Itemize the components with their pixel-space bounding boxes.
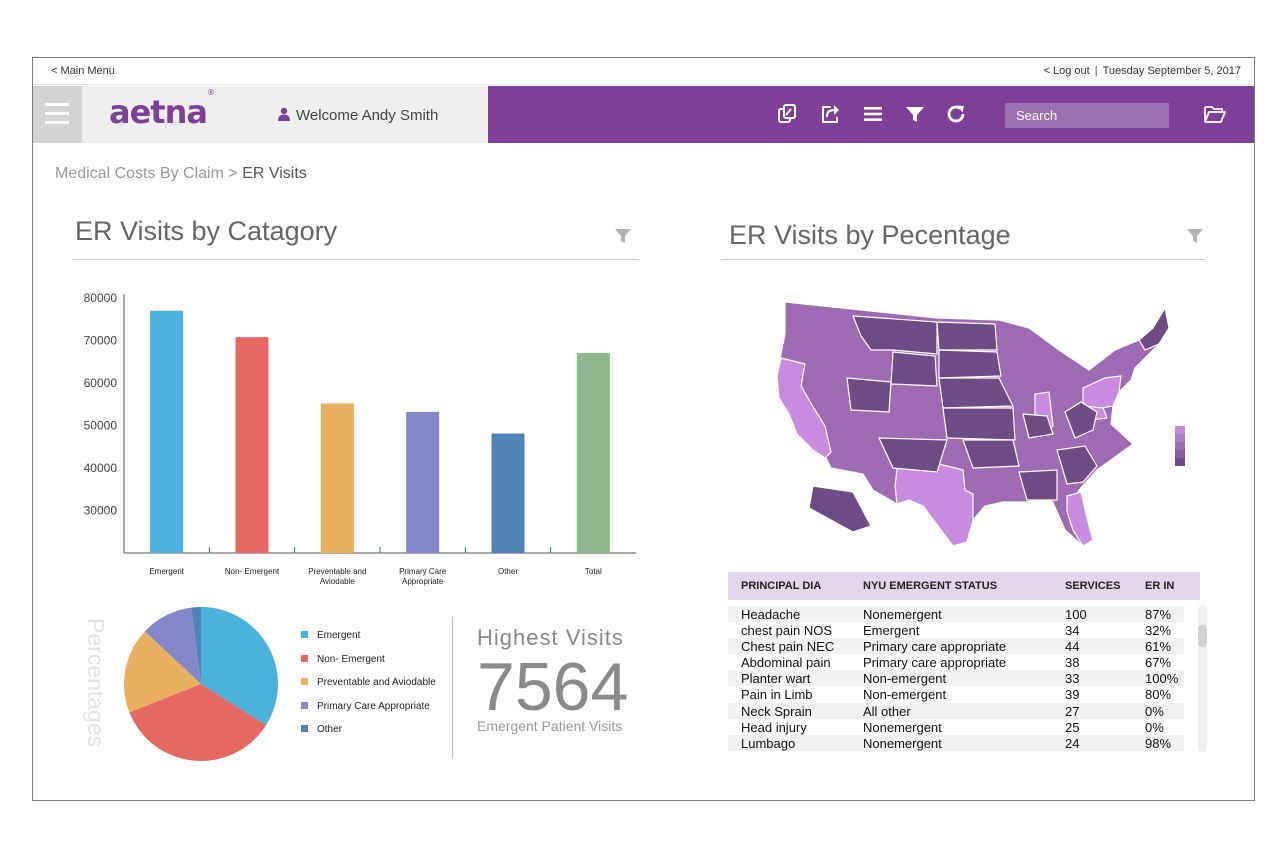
pie-legend: Emergent Non- Emergent Preventable and A… bbox=[301, 630, 436, 748]
legend-item-preventable: Preventable and Aviodable bbox=[301, 677, 436, 701]
logout-link[interactable]: < Log out bbox=[1044, 65, 1090, 77]
top-right-info: < Log out | Tuesday September 5, 2017 bbox=[1044, 65, 1241, 77]
hamburger-line bbox=[45, 121, 69, 124]
table-row[interactable]: Headache Nonemergent 100 87% bbox=[728, 606, 1184, 623]
bar-1 bbox=[235, 337, 269, 553]
y-tick-label: 60000 bbox=[84, 376, 118, 390]
filter-icon[interactable] bbox=[1186, 227, 1204, 245]
bar-0 bbox=[150, 310, 184, 553]
hamburger-line bbox=[45, 112, 69, 115]
toolbar bbox=[488, 86, 1254, 143]
x-tick-label: Non- Emergent bbox=[225, 567, 280, 576]
search-input[interactable] bbox=[1005, 103, 1169, 128]
x-tick-label: Total bbox=[585, 567, 602, 576]
table-row[interactable]: Neck Sprain All other 27 0% bbox=[728, 702, 1184, 719]
filter-icon[interactable] bbox=[903, 102, 927, 126]
divider-line bbox=[722, 259, 1205, 260]
main-menu-link[interactable]: < Main Menu bbox=[51, 65, 115, 77]
refresh-icon[interactable] bbox=[944, 102, 968, 126]
x-tick-label: Preventable and bbox=[308, 567, 366, 576]
breadcrumb-separator: > bbox=[228, 165, 238, 182]
breadcrumb-parent[interactable]: Medical Costs By Claim bbox=[55, 165, 224, 182]
table-header: PRINCIPAL DIA NYU EMERGENT STATUS SERVIC… bbox=[728, 572, 1200, 600]
legend-item-non-emergent: Non- Emergent bbox=[301, 654, 436, 678]
er-visits-bar-chart: 30000 40000 50000 60000 70000 80000 Emergent N… bbox=[84, 291, 636, 586]
logo-area: aetna® Welcome Andy Smith bbox=[82, 86, 488, 143]
column-header-er-in[interactable]: ER IN bbox=[1145, 580, 1174, 592]
legend-swatch bbox=[301, 654, 308, 662]
legend-item-primary-care: Primary Care Appropriate bbox=[301, 701, 436, 725]
y-tick-label: 40000 bbox=[84, 461, 118, 475]
table-row[interactable]: Chest pain NEC Primary care appropriate 44… bbox=[728, 638, 1184, 655]
column-header-principal-dia[interactable]: PRINCIPAL DIA bbox=[741, 580, 821, 592]
table-row[interactable]: Abdominal pain Primary care appropriate 38… bbox=[728, 654, 1184, 670]
percentages-label: Percentages bbox=[83, 618, 109, 748]
er-visits-pie-chart bbox=[124, 607, 278, 761]
divider-line bbox=[73, 259, 638, 260]
map-legend bbox=[1175, 426, 1185, 466]
percentages-label-wrap: Percentages bbox=[83, 618, 111, 748]
x-tick-label: Other bbox=[498, 567, 518, 576]
y-tick-label: 80000 bbox=[84, 291, 118, 305]
welcome-message: Welcome Andy Smith bbox=[278, 106, 438, 124]
copy-icon[interactable] bbox=[775, 102, 799, 126]
aetna-logo: aetna® bbox=[109, 88, 215, 131]
table-row[interactable]: Head injury Nonemergent 25 0% bbox=[728, 719, 1184, 735]
folder-open-icon[interactable] bbox=[1203, 102, 1227, 126]
x-tick-label: Appropriate bbox=[402, 577, 444, 586]
y-tick-label: 50000 bbox=[84, 419, 118, 433]
bar-5 bbox=[576, 352, 610, 553]
top-strip: < Main Menu < Log out | Tuesday September … bbox=[33, 58, 1254, 85]
table-row[interactable]: Planter wart Non-emergent 33 100% bbox=[728, 670, 1184, 687]
er-visits-category-title: ER Visits by Catagory bbox=[75, 216, 338, 246]
x-tick-label: Primary Care bbox=[399, 567, 447, 576]
hamburger-line bbox=[45, 103, 69, 106]
breadcrumb-current: ER Visits bbox=[242, 165, 307, 182]
table-row[interactable]: chest pain NOS Emergent 34 32% bbox=[728, 622, 1184, 638]
highest-visits-value: 7564 bbox=[477, 649, 629, 725]
welcome-text: Welcome Andy Smith bbox=[296, 107, 439, 124]
share-icon[interactable] bbox=[818, 102, 842, 126]
legend-swatch bbox=[301, 678, 308, 685]
legend-item-other: Other bbox=[301, 724, 436, 748]
legend-swatch bbox=[301, 725, 308, 732]
separator: | bbox=[1094, 65, 1098, 77]
dashboard-window: < Main Menu < Log out | Tuesday September … bbox=[32, 57, 1255, 801]
highest-visits-caption: Emergent Patient Visits bbox=[477, 718, 623, 734]
column-header-nyu-status[interactable]: NYU EMERGENT STATUS bbox=[863, 580, 997, 592]
bar-4 bbox=[491, 433, 525, 553]
legend-swatch bbox=[301, 701, 308, 709]
bar-2 bbox=[320, 403, 354, 553]
hamburger-menu-button[interactable] bbox=[33, 86, 82, 143]
x-tick-label: Emergent bbox=[149, 567, 184, 576]
us-choropleth-map bbox=[776, 301, 1185, 547]
legend-swatch bbox=[301, 631, 308, 638]
y-tick-label: 70000 bbox=[84, 334, 118, 348]
filter-icon[interactable] bbox=[614, 227, 632, 245]
list-icon[interactable] bbox=[861, 102, 885, 126]
table-scrollbar[interactable] bbox=[1198, 605, 1207, 752]
bar-3 bbox=[406, 411, 440, 553]
table-row[interactable]: Pain in Limb Non-emergent 39 80% bbox=[728, 686, 1184, 702]
er-visits-percentage-title: ER Visits by Pecentage bbox=[729, 220, 1011, 250]
kpi-divider bbox=[452, 617, 453, 758]
app-header: aetna® Welcome Andy Smith bbox=[33, 86, 1254, 143]
breadcrumb: Medical Costs By Claim > ER Visits bbox=[55, 165, 307, 183]
legend-item-emergent: Emergent bbox=[301, 630, 436, 654]
current-date: Tuesday September 5, 2017 bbox=[1102, 65, 1241, 77]
table-row[interactable]: Lumbago Nonemergent 24 98% bbox=[728, 734, 1184, 751]
column-header-services[interactable]: SERVICES bbox=[1065, 580, 1120, 592]
scrollbar-thumb[interactable] bbox=[1198, 625, 1207, 647]
x-tick-label: Aviodable bbox=[320, 577, 356, 586]
user-icon bbox=[278, 107, 290, 121]
er-table-body: Headache Nonemergent 100 87% chest pain NOS… bbox=[728, 606, 1184, 752]
y-tick-label: 30000 bbox=[84, 504, 118, 518]
